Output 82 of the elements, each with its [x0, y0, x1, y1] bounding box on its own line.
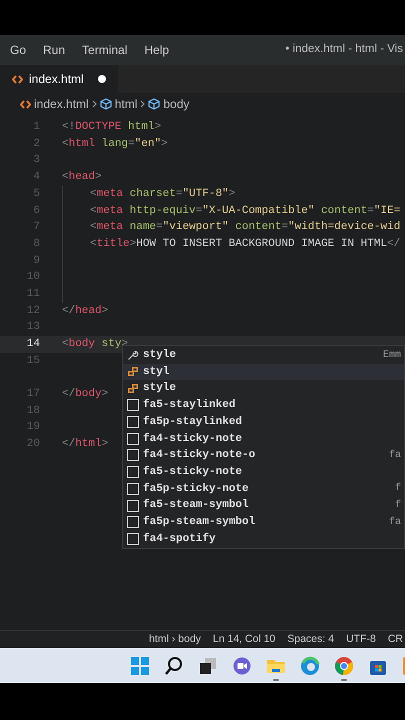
line-number: 14 [26, 338, 40, 350]
line-number: 6 [33, 204, 40, 217]
html-file-icon [12, 74, 23, 84]
line-number: 18 [26, 404, 40, 417]
chevron-icon [92, 100, 97, 108]
status-item[interactable]: CR [388, 632, 403, 648]
menu-item[interactable]: Run [43, 41, 66, 59]
code-line[interactable]: <html lang="en"> [62, 136, 168, 152]
status-item[interactable]: UTF-8 [346, 632, 376, 648]
suggestion-item[interactable]: style [123, 380, 404, 398]
square-icon [127, 399, 139, 412]
code-line[interactable]: <meta charset="UTF-8"> [90, 186, 236, 202]
line-number: 11 [26, 288, 40, 300]
line-number: 2 [33, 138, 40, 150]
square-icon [127, 449, 139, 462]
suggestion-item[interactable]: fa5-sticky-note [123, 464, 404, 480]
code-line[interactable]: <meta http-equiv="X-UA-Compatible" content="IE= [90, 202, 400, 220]
suggestion-detail: f [394, 498, 402, 514]
overlapping-squares-icon[interactable] [198, 656, 218, 676]
status-item[interactable]: Spaces: 4 [287, 632, 334, 648]
square-icon [127, 466, 139, 478]
suggestion-detail: fa [388, 516, 402, 530]
wave-circle-icon[interactable] [300, 656, 320, 676]
cube-icon [100, 98, 112, 110]
line-number: 4 [33, 171, 40, 184]
suggestion-item[interactable]: fa4-sticky-note [123, 430, 404, 448]
square-icon [127, 416, 139, 428]
line-number: 5 [33, 188, 40, 200]
code-line[interactable]: </html> [62, 436, 108, 453]
line-number: 7 [33, 221, 40, 234]
code-line[interactable]: <title>HOW TO INSERT BACKGROUND IMAGE IN HTML</ [90, 236, 400, 252]
line-number: 20 [26, 438, 40, 450]
code-line[interactable]: <head> [62, 169, 102, 186]
line-number: 9 [33, 254, 40, 267]
line-number: 13 [26, 321, 40, 334]
window-title: • index.html - html - Vis [285, 42, 403, 58]
suggestion-item[interactable]: fa5p-sticky-note f [123, 480, 404, 498]
square-icon [127, 516, 139, 528]
line-number: 10 [26, 271, 40, 284]
cube-icon [148, 98, 160, 110]
suggestion-item[interactable]: fa5p-staylinked [123, 414, 404, 430]
breadcrumb-item[interactable]: body [163, 95, 190, 113]
breadcrumb-item[interactable]: html [114, 95, 138, 113]
suggestion-detail: fa [388, 448, 402, 463]
square-icon [127, 532, 139, 545]
status-item[interactable]: html › body [148, 632, 201, 648]
chat-bubble-icon[interactable] [232, 656, 252, 676]
square-icon [127, 432, 139, 445]
property-icon [127, 366, 139, 378]
code-line[interactable]: </body> [62, 386, 108, 403]
browser-circle-icon[interactable] [334, 656, 354, 676]
suggestion-item[interactable]: fa4-spotify [123, 530, 404, 548]
menu-item[interactable]: Go [10, 41, 26, 59]
line-number: 8 [33, 238, 40, 250]
code-line[interactable]: <!DOCTYPE html> [62, 119, 162, 136]
menu-item[interactable]: Help [144, 41, 170, 59]
suggestion-item[interactable]: styl [123, 364, 404, 380]
square-icon [127, 482, 139, 495]
suggestion-item[interactable]: fa5-staylinked [123, 397, 404, 414]
line-number: 3 [33, 154, 40, 166]
suggestion-item[interactable]: fa4-sticky-note-o fa [123, 447, 404, 464]
suggestion-item[interactable]: fa5p-steam-symbol fa [123, 514, 404, 531]
breadcrumb-item[interactable]: index.html [34, 95, 89, 113]
square-icon [127, 500, 139, 512]
menu-item[interactable]: Terminal [82, 41, 128, 59]
chevron-icon [140, 100, 146, 108]
line-number: 19 [26, 421, 40, 434]
wrench-icon [127, 349, 139, 362]
suggestion-item[interactable]: fa5-steam-symbol f [123, 497, 404, 514]
suggestion-detail: f [394, 482, 402, 496]
property-icon [127, 382, 139, 395]
line-number: 15 [26, 354, 40, 367]
line-number: 17 [26, 388, 40, 400]
code-line[interactable]: </head> [62, 302, 108, 320]
code-line[interactable]: <meta name="viewport" content="width=device-wid [90, 219, 400, 236]
line-number: 12 [26, 304, 40, 317]
editor-tab[interactable]: index.html [0, 65, 118, 93]
status-item[interactable]: Ln 14, Col 10 [212, 632, 276, 648]
html-file-icon [20, 100, 31, 108]
suggestion-detail: Emm [382, 348, 402, 363]
line-number: 1 [33, 121, 40, 134]
search-icon[interactable] [164, 656, 184, 676]
